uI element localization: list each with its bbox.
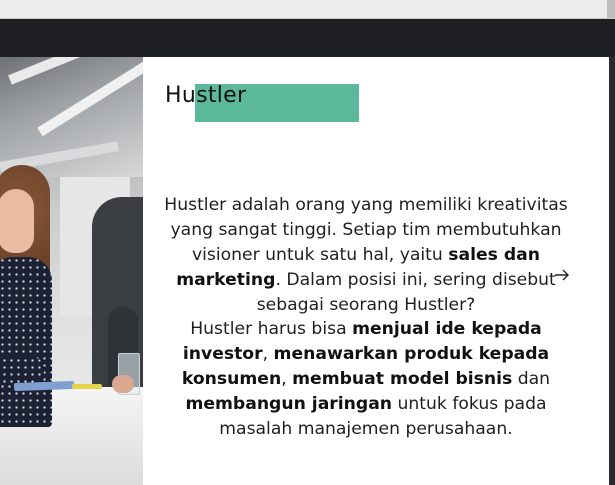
- text-run: Hustler harus bisa: [190, 319, 353, 339]
- bold-text-run: membangun jaringan: [185, 394, 393, 414]
- arrow-cursor-icon: [555, 269, 569, 281]
- text-run: ,: [262, 344, 274, 364]
- viewer-right-edge: [609, 57, 615, 485]
- presenter-photo: [0, 57, 143, 485]
- photo-note: [72, 384, 102, 389]
- viewer-toolbar: [0, 19, 615, 57]
- slide: Hustler Hustler adalah orang yang memili…: [0, 57, 609, 485]
- paragraph-description: Hustler adalah orang yang memiliki kreat…: [156, 193, 576, 318]
- photo-woman-face: [0, 189, 34, 253]
- top-strip-edge: [607, 0, 615, 18]
- photo-hand: [112, 375, 134, 393]
- photo-woman-arm: [0, 357, 44, 383]
- text-run: . Dalam posisi ini, sering disebut sebag…: [256, 270, 556, 315]
- text-run: ,: [281, 369, 293, 389]
- photo-woman-body: [0, 257, 52, 427]
- text-run: dan: [512, 369, 551, 389]
- bold-text-run: membuat model bisnis: [292, 369, 513, 389]
- slide-title: Hustler: [165, 83, 247, 108]
- paragraph-duties: Hustler harus bisa menjual ide kepada in…: [156, 317, 576, 442]
- browser-top-strip: [0, 0, 615, 19]
